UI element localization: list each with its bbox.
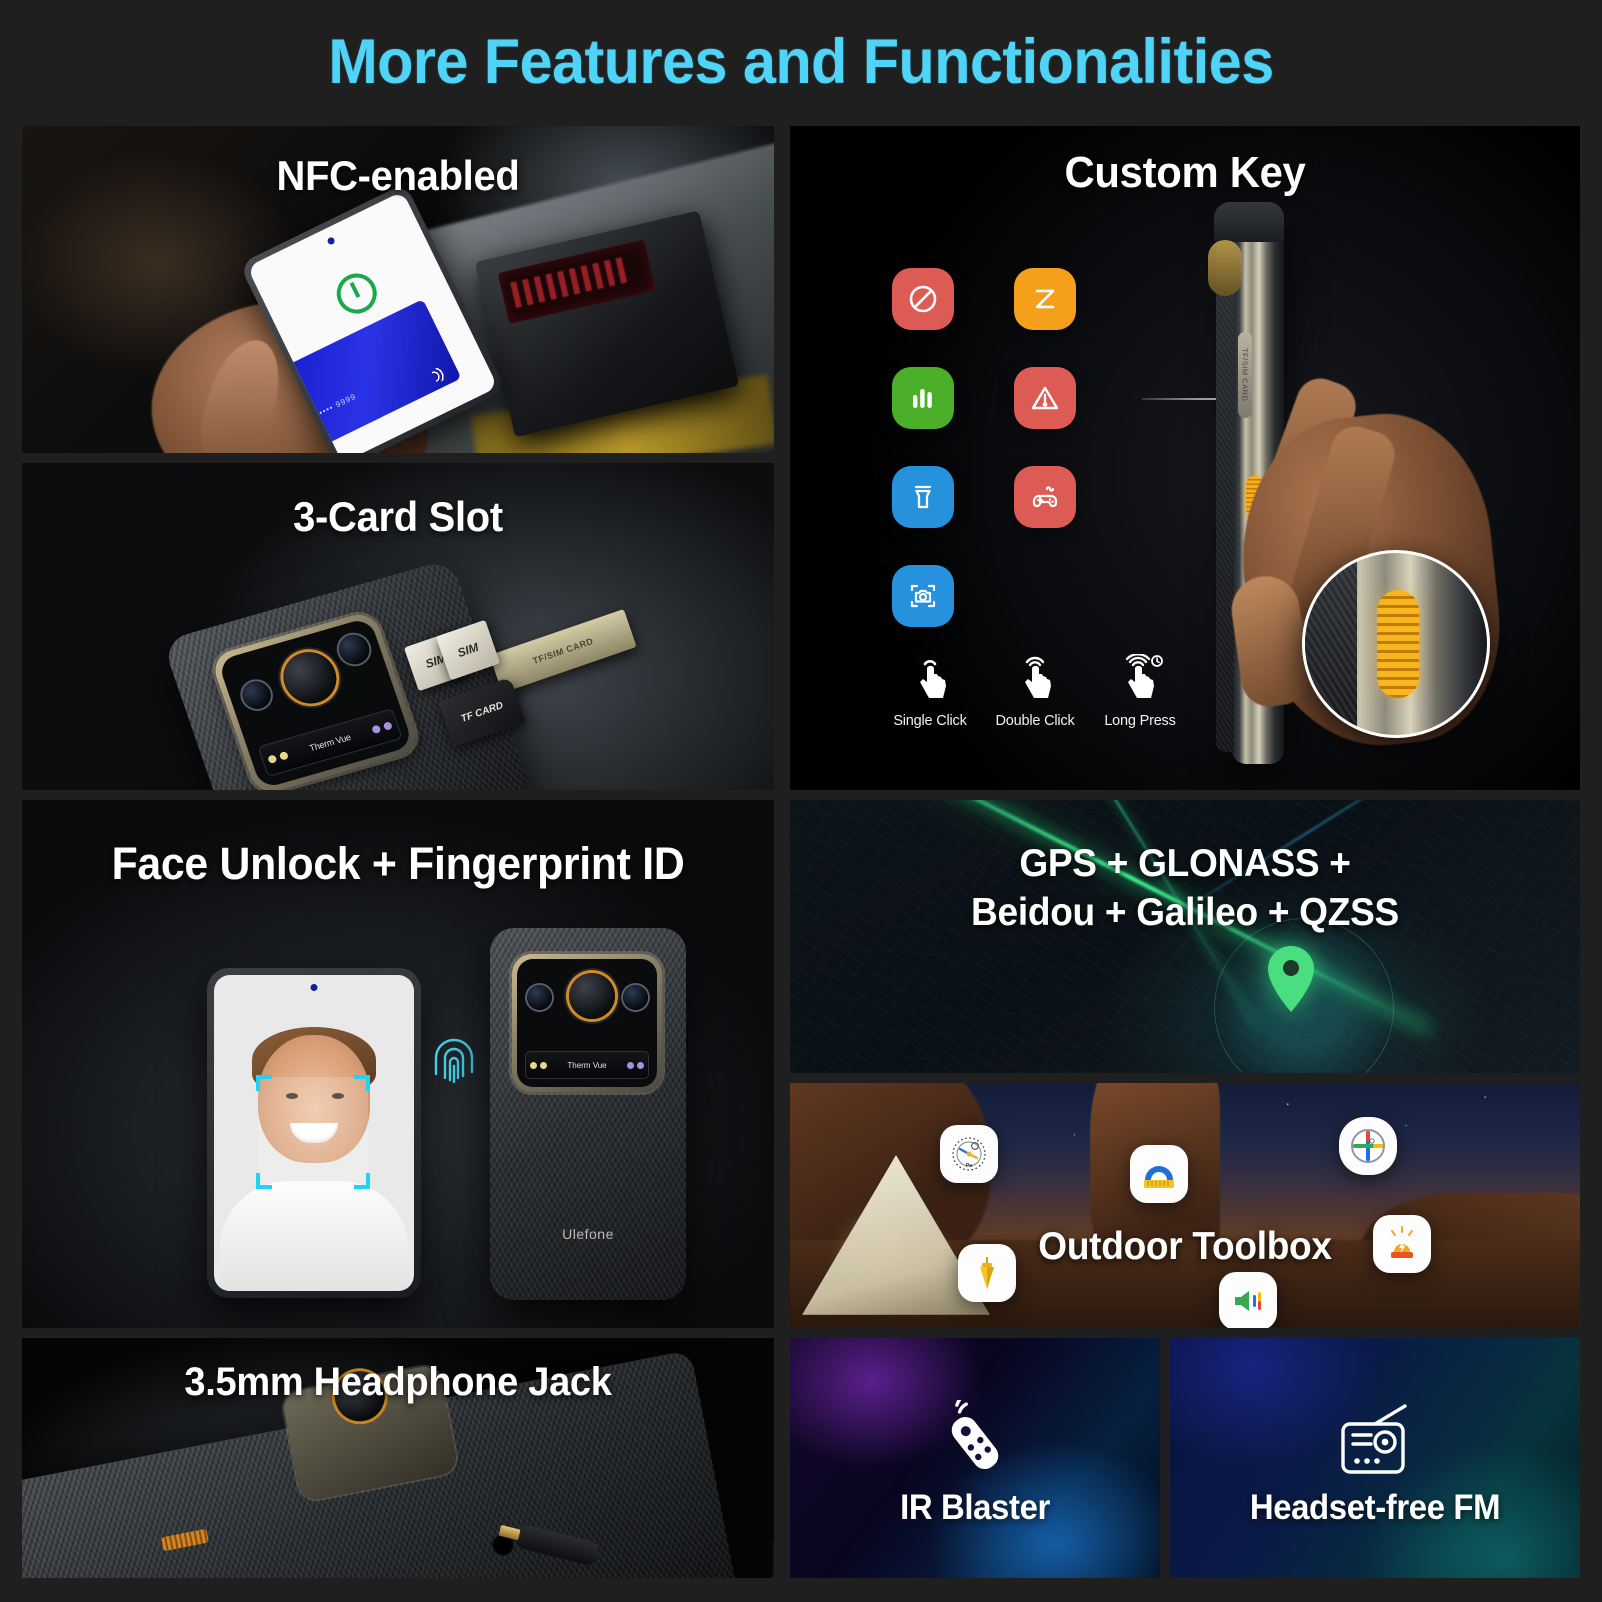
ir-dot-2	[382, 721, 393, 731]
face-unlock-title: Face Unlock + Fingerprint ID	[111, 838, 685, 889]
face-detection-box	[256, 1075, 370, 1189]
panel-fm-radio: Headset-free FM	[1170, 1338, 1580, 1578]
camera-module: Therm Vue	[209, 609, 422, 790]
ir-dot-1	[371, 724, 382, 735]
radio-icon	[1329, 1400, 1421, 1491]
bracket-top-right	[354, 1075, 370, 1091]
side-tray-label: TF/SIM CARD	[1238, 332, 1252, 418]
ir-blaster-label: IR Blaster	[900, 1488, 1050, 1527]
long-press-icon	[1125, 653, 1163, 698]
sos-warning-icon[interactable]	[1014, 367, 1076, 429]
gps-title-line2: Beidou + Galileo + QZSS	[971, 890, 1399, 934]
front-camera-icon	[325, 236, 336, 246]
custom-key-title: Custom Key	[1064, 148, 1306, 197]
double-click-icon	[1025, 656, 1051, 698]
back-lens-left	[527, 985, 552, 1010]
nfc-title: NFC-enabled	[276, 152, 520, 199]
outdoor-title: Outdoor Toolbox	[1038, 1225, 1332, 1268]
back-phone: Therm Vue Ulefone	[490, 928, 686, 1300]
flash-dot-1	[267, 754, 278, 765]
back-camera-inner: Therm Vue	[517, 959, 657, 1087]
panel-card-slot: Therm Vue TF/SIM CARD SIM SIM TF CARD 3-…	[22, 463, 774, 790]
front-phone	[207, 968, 421, 1298]
payment-success-icon	[329, 267, 384, 321]
single-click-label: Single Click	[893, 713, 967, 729]
thermal-sensor-bar: Therm Vue	[257, 708, 403, 778]
gesture-long-press: Long Press	[1095, 653, 1185, 729]
back-lens-right	[623, 985, 648, 1010]
back-thermal-bar: Therm Vue	[525, 1051, 649, 1079]
double-click-label: Double Click	[995, 713, 1075, 729]
bracket-top-left	[256, 1075, 272, 1091]
back-lens-main	[569, 973, 615, 1019]
lens-secondary-left	[238, 677, 275, 713]
card-number: •••• 9999	[317, 391, 358, 418]
do-not-disturb-icon[interactable]	[892, 268, 954, 330]
game-controller-icon[interactable]	[1014, 466, 1076, 528]
bracket-bottom-right	[354, 1173, 370, 1189]
page-title: More Features and Functionalities	[328, 27, 1274, 97]
carbon-fiber-edge	[1216, 236, 1234, 752]
magnified-carbon	[1305, 553, 1357, 735]
sound-meter-icon[interactable]	[1219, 1272, 1277, 1328]
cardslot-title: 3-Card Slot	[293, 493, 503, 540]
gps-title: GPS + GLONASS + Beidou + Galileo + QZSS	[810, 840, 1561, 938]
back-flash-2	[540, 1061, 547, 1069]
front-phone-screen	[214, 975, 414, 1291]
back-ir-1	[627, 1061, 634, 1069]
gold-camera-ring	[1208, 240, 1242, 296]
bracket-bottom-left	[256, 1173, 272, 1189]
gesture-row: Single Click Double Click Long Press	[885, 653, 1185, 729]
flash-dot-2	[278, 750, 290, 761]
back-camera-module: Therm Vue	[512, 954, 662, 1092]
remote-control-icon	[932, 1390, 1018, 1491]
gps-title-line1: GPS + GLONASS +	[1019, 842, 1351, 885]
single-click-icon	[920, 660, 946, 698]
barometer-icon[interactable]: Pa	[940, 1125, 998, 1183]
screenshot-camera-icon[interactable]	[892, 565, 954, 627]
lens-secondary-right	[334, 631, 374, 668]
panel-headphone-jack: 3.5mm Headphone Jack	[22, 1338, 774, 1578]
flashlight-icon[interactable]	[892, 466, 954, 528]
camera-module-inner: Therm Vue	[217, 617, 414, 790]
back-flash-1	[530, 1061, 537, 1069]
gesture-single-click: Single Click	[885, 654, 975, 729]
protractor-icon[interactable]	[1130, 1145, 1188, 1203]
button-magnifier	[1302, 550, 1490, 738]
gesture-double-click: Double Click	[990, 654, 1080, 729]
terminal-screen	[497, 239, 656, 324]
back-ir-2	[637, 1061, 644, 1069]
panel-outdoor-toolbox: Pa Outdoor Toolbox	[790, 1083, 1580, 1328]
long-press-label: Long Press	[1104, 713, 1176, 729]
phone-top-cap	[1214, 202, 1284, 242]
person-shirt	[219, 1181, 409, 1291]
back-thermvue-brand: Therm Vue	[567, 1060, 607, 1070]
fm-radio-label: Headset-free FM	[1249, 1488, 1501, 1527]
barometer-unit-label: Pa	[966, 1163, 972, 1169]
panel-gps: GPS + GLONASS + Beidou + Galileo + QZSS	[790, 800, 1580, 1073]
front-camera-icon	[310, 984, 318, 991]
magnified-custom-key	[1377, 590, 1420, 698]
lens-main	[276, 645, 344, 710]
fingerprint-icon	[428, 1032, 480, 1096]
feature-infographic: More Features and Functionalities •••• 9…	[0, 0, 1602, 1602]
zello-z-icon[interactable]	[1014, 268, 1076, 330]
panel-custom-key: Single Click Double Click Long Press TF/…	[790, 126, 1580, 790]
location-pin-icon	[1268, 946, 1314, 1012]
sound-recorder-icon[interactable]	[892, 367, 954, 429]
jack-title: 3.5mm Headphone Jack	[184, 1360, 612, 1404]
ulefone-brand: Ulefone	[562, 1226, 614, 1242]
panel-nfc: •••• 9999 NFC-enabled	[22, 126, 774, 453]
compass-icon[interactable]	[1339, 1117, 1397, 1175]
panel-face-unlock: Therm Vue Ulefone Face Unlock + Fingerpr…	[22, 800, 774, 1328]
thermvue-brand: Therm Vue	[308, 732, 353, 754]
panel-ir-blaster: IR Blaster	[790, 1338, 1160, 1578]
